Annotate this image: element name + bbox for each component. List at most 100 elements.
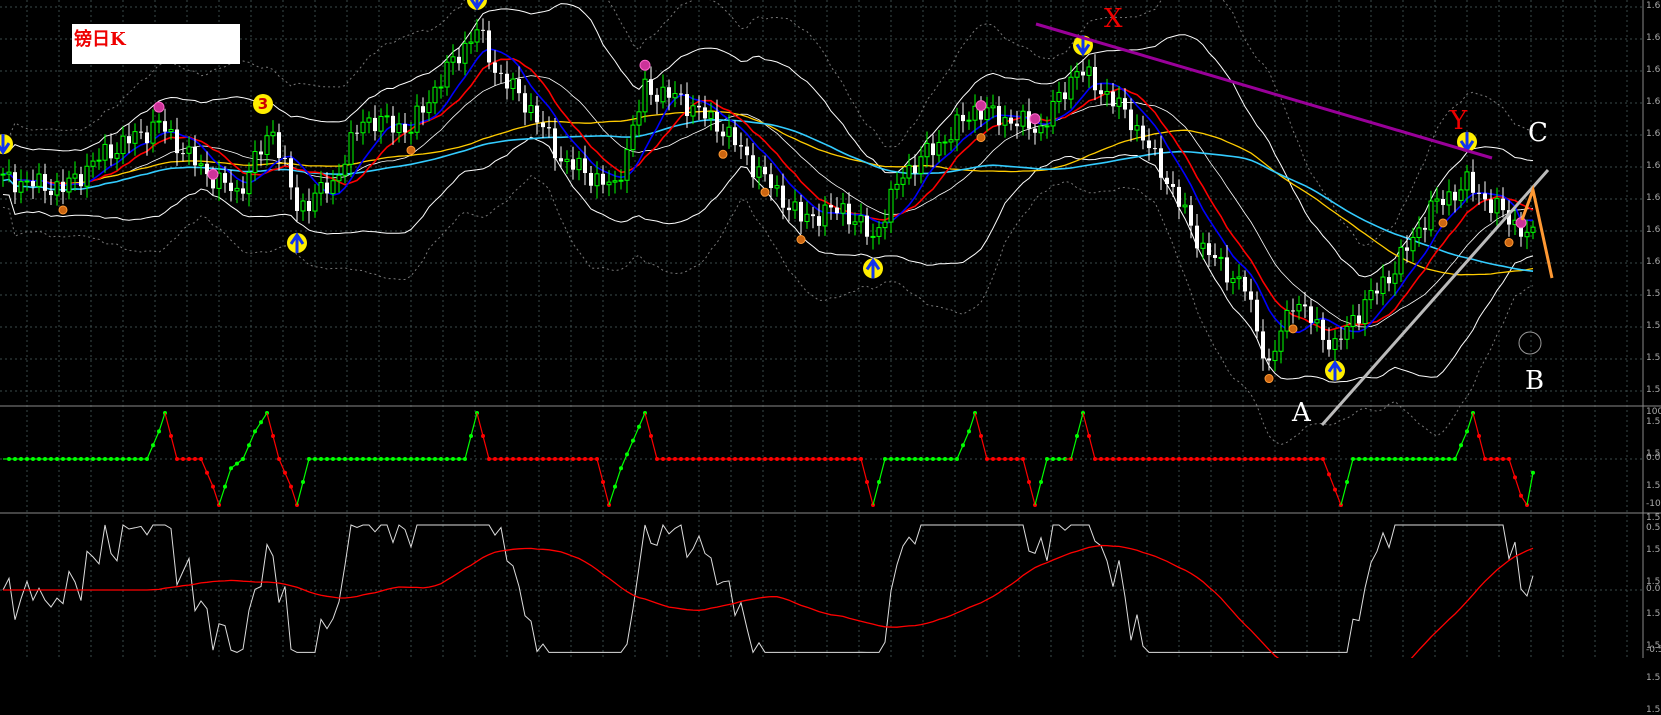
candle-body (1218, 256, 1224, 259)
osc2-white-line (2, 523, 1534, 654)
candle-body (318, 182, 324, 194)
candle-body (462, 42, 468, 64)
osc1-segment (146, 444, 154, 460)
candle-body (541, 122, 545, 128)
osc1-segment (650, 435, 658, 460)
osc2-tick-label: 0.5 (1646, 523, 1661, 533)
osc1-tick-label: -100 (1646, 499, 1661, 509)
candle-body (1159, 148, 1163, 178)
osc1-segment (164, 412, 172, 437)
candle-body (1291, 310, 1295, 312)
candle-body (181, 153, 185, 155)
candle-body (913, 165, 917, 174)
candle-body (300, 200, 306, 212)
candle-body (145, 132, 149, 144)
candle-body (571, 159, 575, 170)
candle-body (1104, 90, 1110, 95)
osc1-segment (1466, 412, 1474, 432)
osc1-segment (1022, 458, 1030, 483)
candle-body (66, 177, 72, 193)
candle-body (690, 105, 696, 117)
y-tick-label: 1.5 (1646, 609, 1661, 619)
y-tick-label: 1.5 (1646, 705, 1661, 715)
candle-body (865, 215, 869, 237)
osc1-segment (1082, 412, 1090, 437)
osc1-segment (1322, 458, 1330, 475)
candle-body (1063, 92, 1067, 100)
candle-body (355, 132, 359, 134)
candle-body (870, 235, 876, 238)
candle-body (576, 157, 582, 171)
candle-body (1284, 309, 1290, 332)
candle-body (624, 149, 630, 181)
candle-body (295, 187, 299, 211)
candle-body (642, 78, 648, 113)
candle-body (781, 185, 785, 208)
candle-body (763, 166, 767, 175)
candle-body (6, 171, 12, 175)
candle-body (636, 111, 642, 126)
candle-body (109, 144, 113, 159)
orange-signal-marker (1438, 218, 1448, 228)
candle-body (49, 190, 53, 196)
candle-body (366, 117, 372, 123)
candle-body (528, 105, 534, 114)
candle-body (241, 188, 245, 194)
candle-body (1236, 276, 1242, 280)
osc1-segment (1340, 481, 1348, 506)
pink-signal-marker (153, 101, 165, 113)
y-tick-label: 1.5 (1646, 321, 1661, 331)
candle-body (822, 204, 828, 227)
candle-body (1489, 199, 1493, 213)
osc1-tick-label: 0.00 (1646, 453, 1661, 463)
price-chart (0, 0, 1661, 658)
osc1-segment (644, 412, 652, 437)
osc1-segment (956, 444, 964, 460)
candle-body (90, 160, 96, 167)
candle-body (1116, 97, 1122, 107)
candle-body (847, 203, 851, 225)
osc1-segment (1508, 458, 1516, 478)
candle-body (1314, 319, 1320, 324)
candle-body (1332, 338, 1338, 350)
osc1-segment (272, 435, 280, 460)
candle-body (499, 72, 503, 74)
osc1-segment (1028, 481, 1036, 506)
candle-body (984, 107, 990, 121)
candle-body (612, 180, 618, 183)
candle-body (493, 62, 497, 73)
y-tick-label: 1.6 (1646, 161, 1661, 171)
candle-body (769, 174, 773, 189)
candle-body (426, 102, 432, 114)
label-c: C (1528, 118, 1548, 148)
candle-body (936, 142, 942, 156)
candle-body (31, 180, 35, 187)
y-tick-label: 1.5 (1646, 385, 1661, 395)
candle-body (1278, 330, 1284, 352)
osc1-segment (1328, 474, 1336, 490)
candle-body (858, 215, 864, 223)
pink-signal-marker (975, 100, 987, 112)
candle-body (1350, 314, 1356, 327)
osc1-segment (638, 412, 646, 428)
candle-body (1392, 273, 1398, 284)
candle-body (1195, 225, 1199, 249)
osc1-segment (152, 431, 160, 446)
y-tick-label: 1.6 (1646, 193, 1661, 203)
candle-body (1428, 200, 1434, 231)
candle-body (1303, 304, 1307, 307)
osc1-segment (206, 472, 214, 487)
candle-body (601, 173, 605, 185)
candle-body (1423, 227, 1427, 230)
candle-body (1033, 128, 1037, 133)
osc1-segment (1478, 435, 1486, 460)
osc1-segment (1460, 431, 1468, 446)
y-tick-label: 1.6 (1646, 257, 1661, 267)
osc1-segment (974, 412, 982, 437)
y-tick-label: 1.5 (1646, 513, 1661, 523)
candle-body (186, 146, 192, 154)
candle-body (1225, 257, 1229, 283)
candle-body (312, 192, 318, 212)
candle-body (481, 29, 485, 31)
osc1-segment (608, 486, 616, 506)
